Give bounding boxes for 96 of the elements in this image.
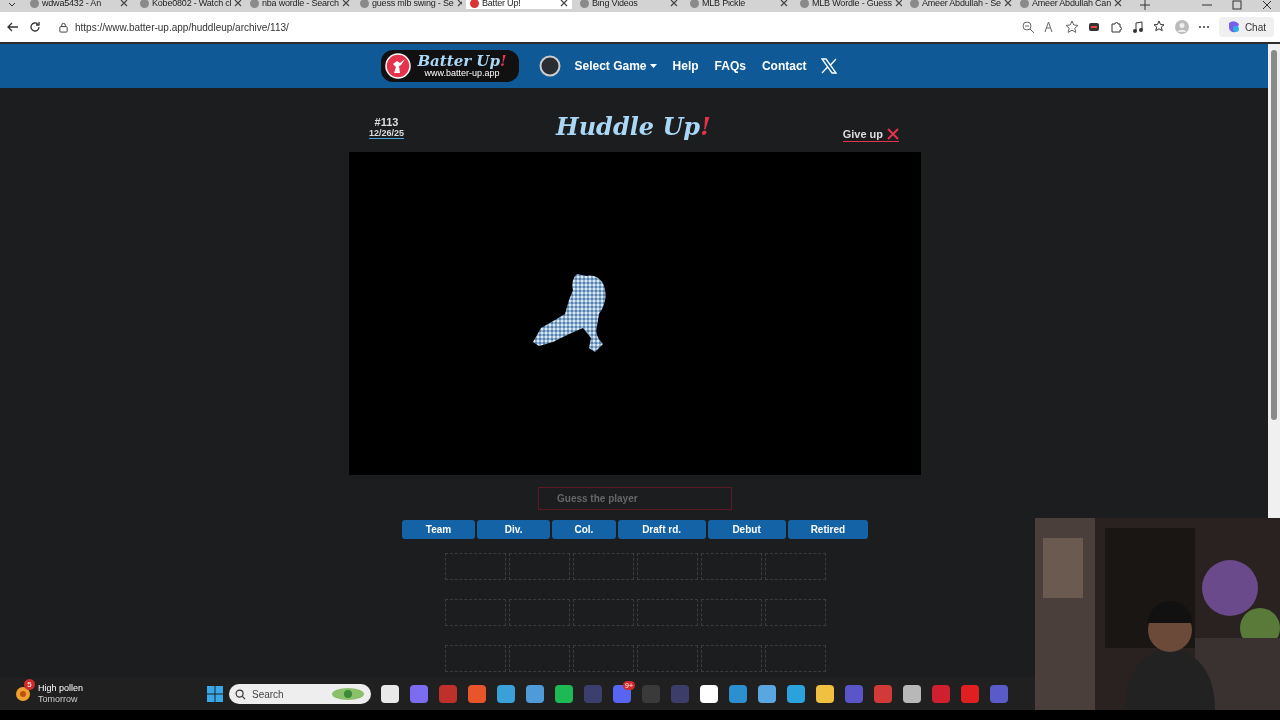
app-icon[interactable]: [381, 685, 399, 703]
app-icon[interactable]: [874, 685, 892, 703]
lock-icon[interactable]: [58, 21, 69, 33]
empty-guess-cell: [700, 645, 762, 672]
game-title: Huddle Up!: [556, 112, 711, 141]
close-icon[interactable]: [560, 0, 568, 7]
refresh-icon[interactable]: [28, 20, 42, 34]
app-icon[interactable]: [468, 685, 486, 703]
puzzle-number: #113: [374, 116, 399, 128]
app-icon[interactable]: [961, 685, 979, 703]
give-up-button[interactable]: Give up: [842, 128, 899, 142]
nav-link[interactable]: FAQs: [712, 59, 748, 73]
empty-guess-cell: [444, 553, 506, 580]
chat-logo-icon: [1226, 20, 1241, 34]
browser-tab[interactable]: Batter Up!: [466, 0, 572, 9]
nav-link[interactable]: Select Game: [572, 59, 659, 73]
close-icon: [887, 128, 899, 140]
close-icon[interactable]: [1262, 0, 1272, 10]
app-icon[interactable]: [410, 685, 428, 703]
close-icon[interactable]: [1003, 0, 1012, 7]
start-icon[interactable]: [207, 686, 223, 702]
empty-guess-cell: [700, 599, 762, 626]
close-icon[interactable]: [341, 0, 350, 7]
zoom-out-icon[interactable]: [1020, 20, 1035, 34]
theme-toggle-icon[interactable]: [538, 55, 561, 77]
empty-guess-cell: [572, 599, 634, 626]
empty-guess-cell: [636, 645, 698, 672]
x-social-icon[interactable]: [820, 58, 837, 74]
app-icon[interactable]: [903, 685, 921, 703]
app-icon[interactable]: [526, 685, 544, 703]
empty-guess-cell: [636, 599, 698, 626]
nav-link[interactable]: Contact: [759, 59, 809, 73]
empty-guess-cell: [508, 645, 570, 672]
browser-tab[interactable]: Ameer Abdullah - Se: [906, 0, 1012, 9]
empty-guess-cell: [764, 645, 826, 672]
star-icon[interactable]: [1064, 20, 1079, 34]
empty-guess-cell: [572, 553, 634, 580]
new-tab-icon[interactable]: [1140, 0, 1150, 10]
puzzle-date[interactable]: 12/26/25: [368, 128, 404, 139]
weather-title[interactable]: High pollen: [38, 683, 84, 694]
empty-guess-cell: [508, 553, 570, 580]
caret-icon: [649, 63, 657, 69]
empty-guess-cell: [508, 599, 570, 626]
browser-tab[interactable]: nba wordle - Search: [246, 0, 352, 9]
column-header: Div.: [477, 520, 551, 539]
close-icon[interactable]: [780, 0, 788, 7]
app-icon[interactable]: [758, 685, 776, 703]
browser-tab[interactable]: guess mlb swing - Se: [356, 0, 462, 9]
browser-tab[interactable]: Ameer Abdullah Can: [1016, 0, 1122, 9]
scrollbar-thumb[interactable]: [1271, 50, 1277, 420]
close-icon[interactable]: [670, 0, 678, 7]
notification-badge: 5: [24, 679, 35, 690]
back-icon[interactable]: [6, 20, 20, 34]
column-header: Team: [401, 520, 476, 539]
site-logo[interactable]: Batter Up! www.batter-up.app: [381, 50, 519, 82]
weather-subtitle[interactable]: Tomorrow: [38, 694, 84, 705]
restore-icon[interactable]: [1232, 0, 1242, 10]
app-icon[interactable]: [729, 685, 747, 703]
guess-field[interactable]: Guess the player: [538, 487, 732, 510]
close-icon[interactable]: [1113, 0, 1122, 7]
browser-tab[interactable]: Kobe0802 - Watch cl: [136, 0, 242, 9]
app-icon[interactable]: [787, 685, 805, 703]
column-header: Debut: [707, 520, 786, 539]
column-header: Col.: [552, 520, 616, 539]
browser-tab[interactable]: MLB Wordle - Guess: [796, 0, 902, 9]
puzzle-icon[interactable]: [1108, 20, 1123, 34]
empty-guess-cell: [764, 553, 826, 580]
empty-guess-cell: [444, 645, 506, 672]
app-icon[interactable]: [816, 685, 834, 703]
app-icon[interactable]: [555, 685, 573, 703]
app-icon[interactable]: [497, 685, 515, 703]
empty-guess-cell: [444, 599, 506, 626]
close-icon[interactable]: [120, 0, 128, 7]
app-icon[interactable]: [700, 685, 718, 703]
close-icon[interactable]: [894, 0, 902, 7]
search-icon: [235, 688, 246, 700]
app-icon[interactable]: [932, 685, 950, 703]
extension-icon[interactable]: [1086, 20, 1101, 34]
close-icon[interactable]: [234, 0, 242, 7]
empty-guess-cell: [700, 553, 762, 580]
column-header: Draft rd.: [617, 520, 706, 539]
browser-tab[interactable]: MLB Pickle: [686, 0, 792, 9]
empty-guess-cell: [572, 645, 634, 672]
music-icon[interactable]: [1130, 20, 1145, 34]
browser-tab[interactable]: wdwa5432 - An: [26, 0, 132, 9]
empty-guess-cell: [636, 553, 698, 580]
empty-guess-cell: [764, 599, 826, 626]
browser-tab[interactable]: Bing Videos: [576, 0, 682, 9]
url-text[interactable]: https://www.batter-up.app/huddleup/archive/113/: [75, 21, 289, 33]
taskbar-search[interactable]: Search: [229, 684, 371, 704]
nav-link[interactable]: Help: [670, 59, 701, 73]
favorites-icon[interactable]: [1152, 20, 1167, 34]
column-header: Retired: [787, 520, 869, 539]
search-highlight-icon: [331, 687, 365, 701]
flower-icon[interactable]: [14, 685, 32, 703]
chat-button[interactable]: Chat: [1218, 17, 1274, 37]
